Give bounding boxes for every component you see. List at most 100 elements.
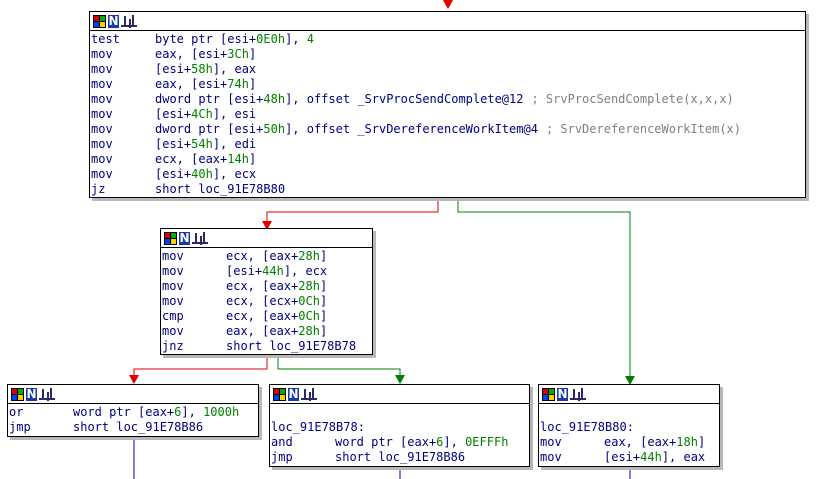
edge-node1-to-node5: [457, 198, 631, 378]
operand-text: ]: [248, 152, 257, 166]
node-graph-icon[interactable]: [301, 388, 317, 400]
instruction-line[interactable]: mov [esi+4Ch], esi: [91, 107, 805, 122]
operands: ecx, [eax+28h]: [226, 249, 327, 264]
operand-text: [esi+: [155, 62, 192, 76]
operands: short loc_91E78B78: [226, 339, 356, 354]
operand-text: ], ecx: [283, 264, 328, 278]
instruction-line[interactable]: mov [esi+40h], ecx: [91, 167, 805, 182]
operand-text: dword ptr [esi+: [155, 92, 264, 106]
operand-text: [esi+: [155, 167, 192, 181]
node-color-icon[interactable]: [11, 387, 24, 401]
edge-node2-to-node3: [133, 355, 268, 377]
code-label: loc_91E78B78:: [271, 420, 365, 434]
instruction-line[interactable]: mov eax, [eax+28h]: [162, 324, 372, 339]
operand-number: 58h: [191, 62, 213, 76]
instruction-line[interactable]: cmp ecx, [eax+0Ch]: [162, 309, 372, 324]
operand-number: 28h: [298, 279, 320, 293]
operands: [esi+58h], eax: [155, 62, 256, 77]
instruction-line[interactable]: mov [esi+44h], ecx: [162, 264, 372, 279]
mnemonic: jmp: [271, 450, 293, 464]
node-n-icon[interactable]: N: [26, 387, 37, 401]
node-graph-icon[interactable]: [121, 15, 137, 27]
operand-number: 4: [306, 32, 314, 46]
mnemonic: mov: [540, 435, 562, 449]
instruction-line[interactable]: mov ecx, [eax+28h]: [162, 249, 372, 264]
instruction-line[interactable]: jmp short loc_91E78B86: [271, 450, 529, 465]
operands: [esi+4Ch], esi: [155, 107, 256, 122]
operand-number: 44h: [262, 264, 284, 278]
operand-text: eax, [eax+: [604, 435, 677, 449]
mnemonic: and: [271, 435, 293, 449]
node-color-icon[interactable]: [164, 231, 177, 245]
instruction-line[interactable]: test byte ptr [esi+0E0h], 4: [91, 32, 805, 47]
instruction-line[interactable]: jnz short loc_91E78B78: [162, 339, 372, 354]
code-block-node3[interactable]: N or word ptr [eax+6], 1000h jmp short loc_…: [7, 384, 259, 437]
code-block-node5[interactable]: N loc_91E78B80: mov eax, [eax+18h] mov [esi+…: [538, 384, 720, 467]
operand-text: ecx, [eax+: [226, 279, 299, 293]
instruction-line[interactable]: mov [esi+54h], edi: [91, 137, 805, 152]
operand-number: 0Ch: [298, 294, 320, 308]
instruction-line[interactable]: mov ecx, [eax+14h]: [91, 152, 805, 167]
node-n-icon[interactable]: N: [108, 14, 119, 28]
code-block-node4[interactable]: N loc_91E78B78: and word ptr [eax+6], 0EFF…: [269, 384, 530, 467]
instruction-line[interactable]: mov ecx, [ecx+0Ch]: [162, 294, 372, 309]
instruction-line[interactable]: mov [esi+44h], eax: [540, 450, 719, 465]
mnemonic: mov: [91, 137, 113, 151]
node-graph-icon[interactable]: [39, 388, 55, 400]
code-block-node2[interactable]: N mov ecx, [eax+28h] mov [esi+44h], ecx mov e…: [160, 228, 373, 355]
operand-text: ]: [248, 77, 257, 91]
node-header: N: [8, 385, 258, 404]
operand-text: [esi+: [226, 264, 263, 278]
code-block-node1[interactable]: N test byte ptr [esi+0E0h], 4 mov eax, [esi…: [89, 11, 806, 198]
mnemonic: mov: [91, 152, 113, 166]
instruction-line[interactable]: mov ecx, [eax+28h]: [162, 279, 372, 294]
operands: ecx, [ecx+0Ch]: [226, 294, 327, 309]
node-graph-icon[interactable]: [192, 232, 208, 244]
operands: ecx, [eax+28h]: [226, 279, 327, 294]
operand-text: ]: [697, 435, 706, 449]
operands: short loc_91E78B86: [73, 420, 203, 435]
instruction-line[interactable]: jmp short loc_91E78B86: [9, 420, 258, 435]
operand-number: 28h: [298, 324, 320, 338]
instruction-line[interactable]: mov dword ptr [esi+50h], offset _SrvDeref…: [91, 122, 805, 137]
instruction-line[interactable]: mov eax, [esi+74h]: [91, 77, 805, 92]
operand-number: 54h: [191, 137, 213, 151]
instruction-line[interactable]: mov [esi+58h], eax: [91, 62, 805, 77]
node-n-icon[interactable]: N: [288, 387, 299, 401]
operands: eax, [eax+18h]: [604, 435, 705, 450]
node-color-icon[interactable]: [273, 387, 286, 401]
operands: [esi+54h], edi: [155, 137, 256, 152]
operand-text: ]: [319, 324, 328, 338]
code-label-line[interactable]: loc_91E78B80:: [540, 420, 719, 435]
node-graph-icon[interactable]: [570, 388, 586, 400]
instruction-line[interactable]: mov dword ptr [esi+48h], offset _SrvProcS…: [91, 92, 805, 107]
operands: word ptr [eax+6], 0EFFFh: [335, 435, 508, 450]
instruction-line[interactable]: and word ptr [eax+6], 0EFFFh: [271, 435, 529, 450]
mnemonic: mov: [91, 77, 113, 91]
code-label-line[interactable]: loc_91E78B78:: [271, 420, 529, 435]
mnemonic: mov: [91, 47, 113, 61]
instruction-line[interactable]: mov eax, [esi+3Ch]: [91, 47, 805, 62]
code-label-line[interactable]: [271, 405, 529, 420]
instruction-line[interactable]: jz short loc_91E78B80: [91, 182, 805, 197]
mnemonic: mov: [540, 450, 562, 464]
node-color-icon[interactable]: [93, 14, 106, 28]
code-label: loc_91E78B80:: [540, 420, 634, 434]
operands: short loc_91E78B86: [335, 450, 465, 465]
node-header: N: [270, 385, 529, 404]
operands: short loc_91E78B80: [155, 182, 285, 197]
instruction-line[interactable]: mov eax, [eax+18h]: [540, 435, 719, 450]
node-n-icon[interactable]: N: [557, 387, 568, 401]
operand-text: word ptr [eax+: [73, 405, 175, 419]
instruction-line[interactable]: or word ptr [eax+6], 1000h: [9, 405, 258, 420]
mnemonic: mov: [162, 324, 184, 338]
code-label-line[interactable]: [540, 405, 719, 420]
mnemonic: cmp: [162, 309, 184, 323]
operands: dword ptr [esi+50h], offset _SrvDerefere…: [155, 122, 538, 137]
incoming-arrow: [443, 0, 453, 9]
node-color-icon[interactable]: [542, 387, 555, 401]
operand-text: ], offset _SrvProcSendComplete@12: [285, 92, 524, 106]
node-n-icon[interactable]: N: [179, 231, 190, 245]
operand-text: ],: [443, 435, 466, 449]
operands: eax, [eax+28h]: [226, 324, 327, 339]
